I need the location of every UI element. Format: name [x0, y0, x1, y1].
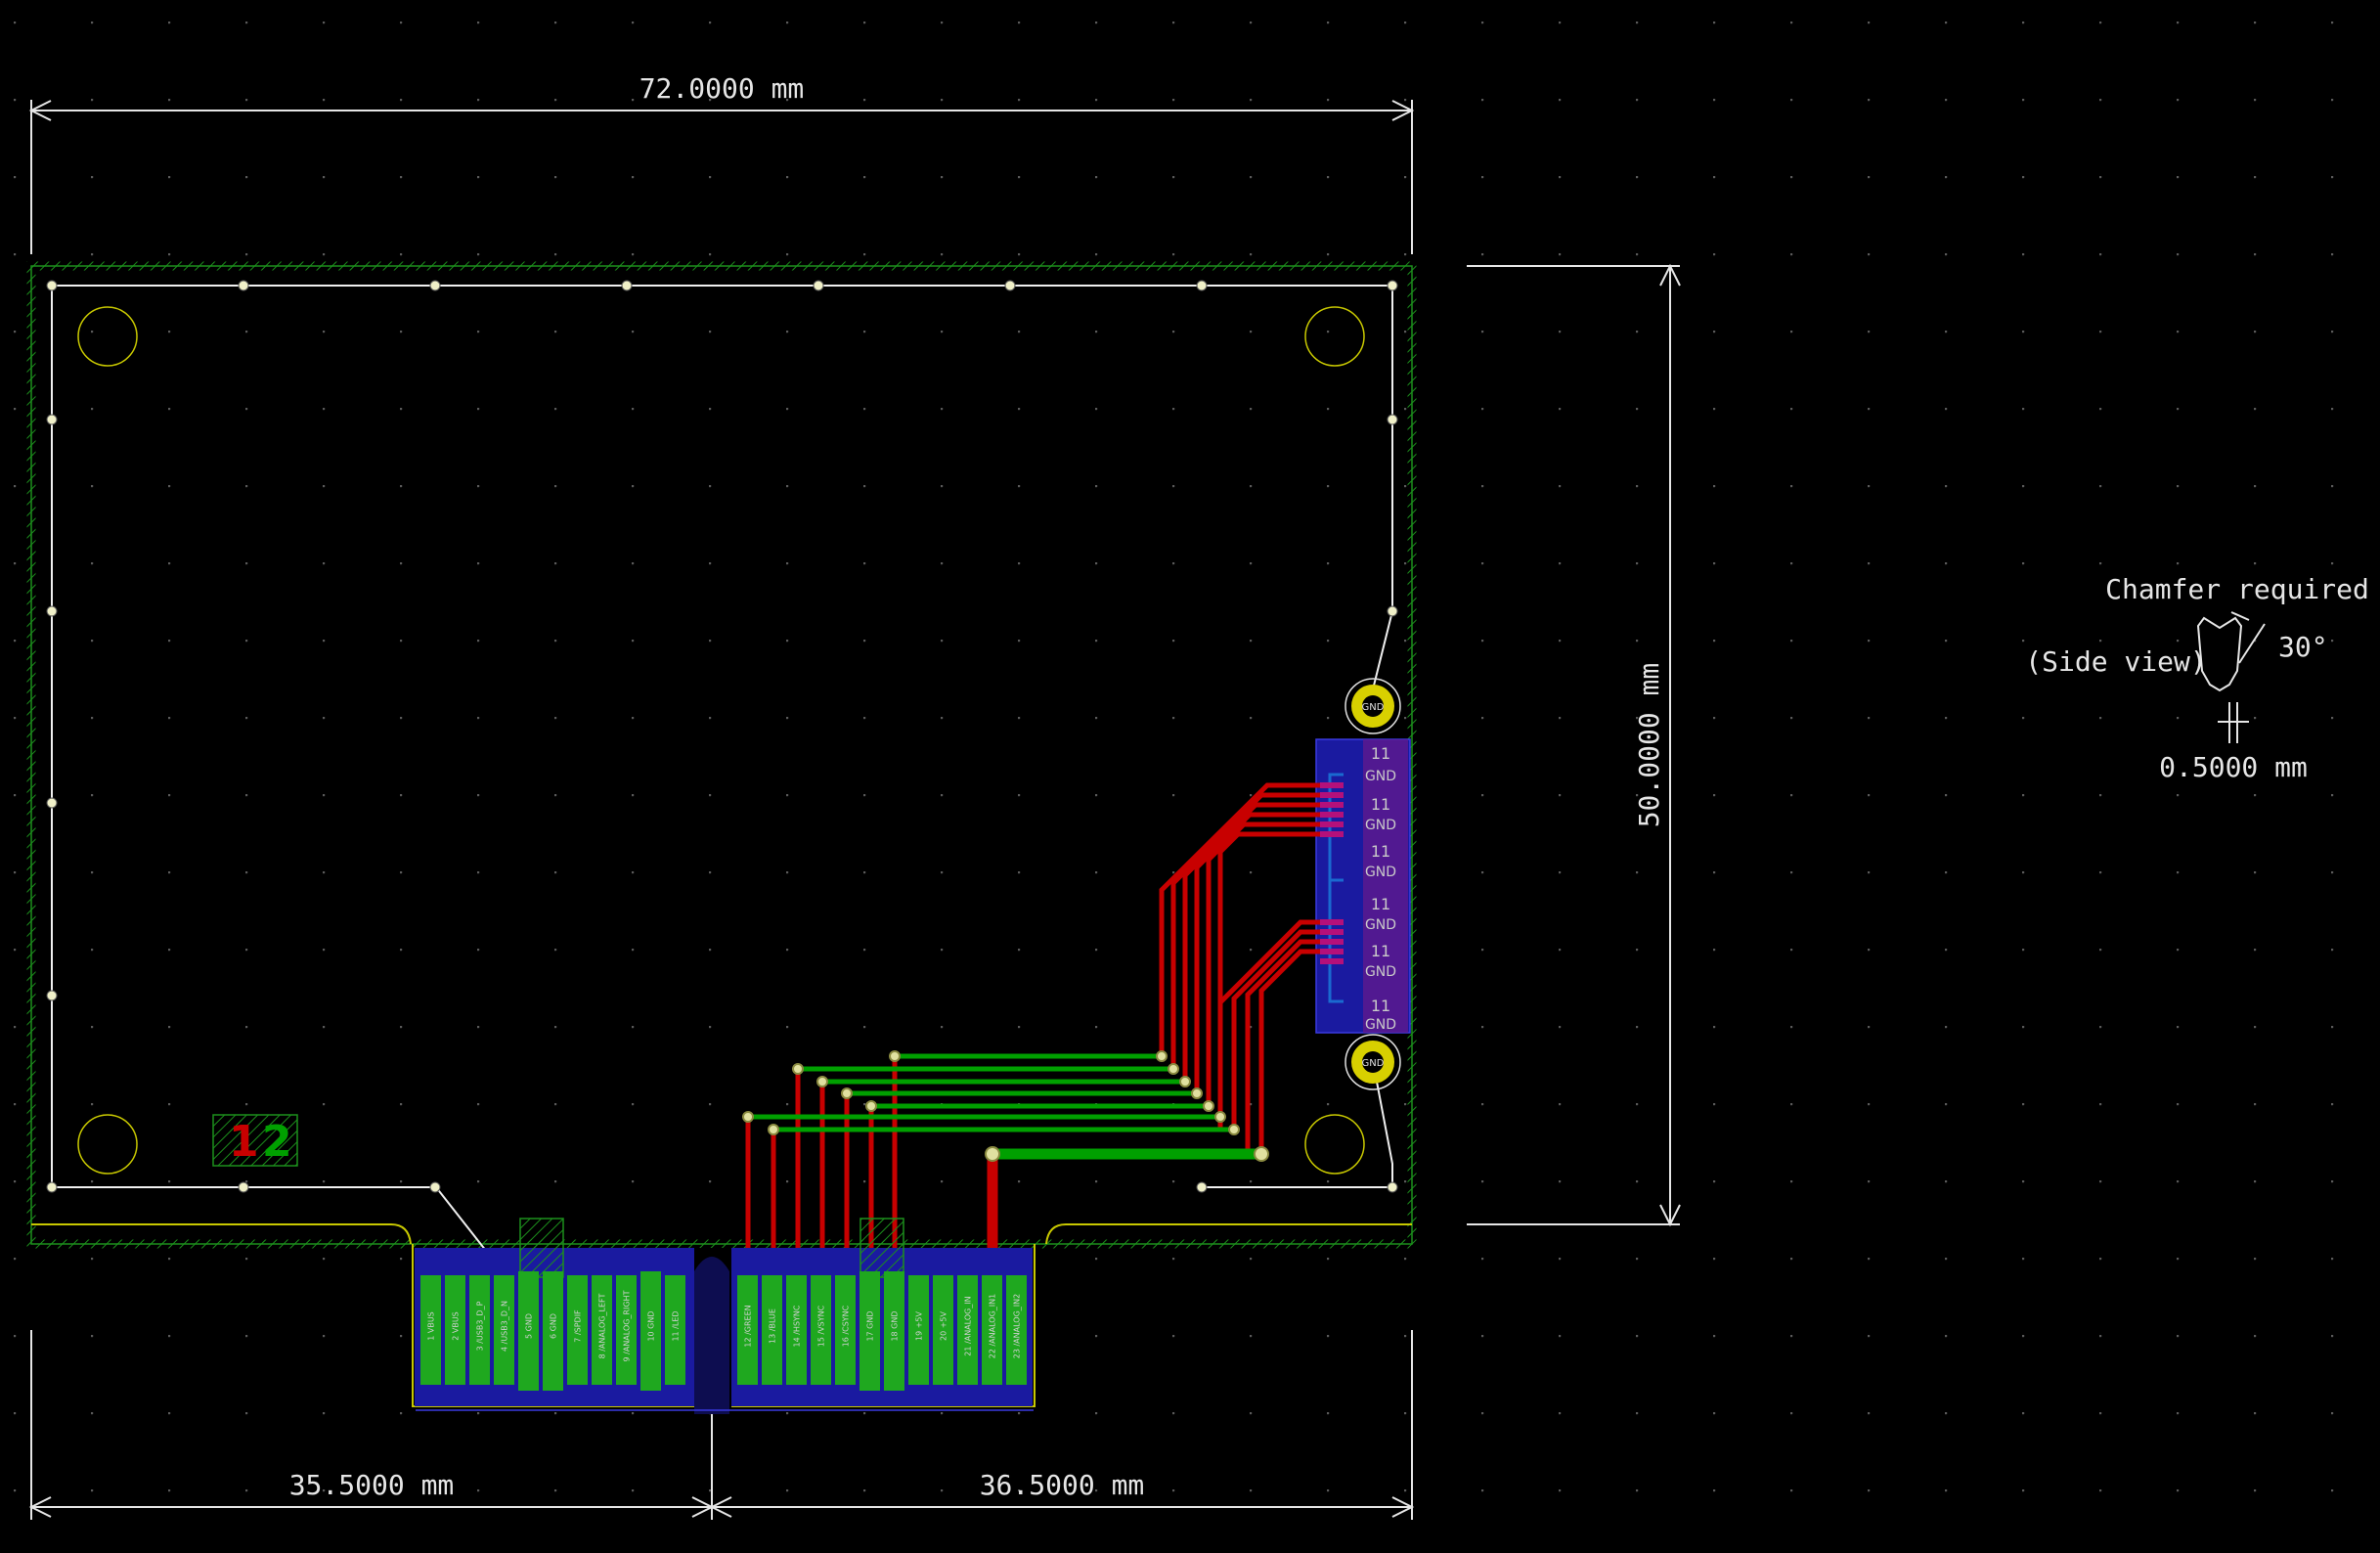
- fpc-connector[interactable]: 11 GND 11 GND 11 GND 11 GND 11 GND 11 GN…: [1315, 738, 1411, 1034]
- edge-right-pin-label-16: 16 /CSYNC: [842, 1305, 851, 1347]
- edge-left-pin-label-2: 2 VBUS: [452, 1311, 461, 1341]
- fpc-pad-net-3: GND: [1365, 865, 1396, 880]
- layer-markers: 1 2: [212, 1114, 298, 1167]
- gnd-via-top-label: GND: [1362, 702, 1385, 713]
- edge-left-pin-label-11: 11 /LED: [672, 1310, 681, 1341]
- layer-marker-front: 1: [229, 1117, 259, 1167]
- fpc-pad-net-5: GND: [1365, 964, 1396, 980]
- edge-right-pin-label-12: 12 /GREEN: [744, 1305, 753, 1347]
- layer-marker-back: 2: [262, 1117, 292, 1167]
- edge-left-pin-label-10: 10 GND: [647, 1310, 656, 1341]
- edge-right-pin-label-15: 15 /VSYNC: [817, 1305, 826, 1347]
- chamfer-angle: 30°: [2278, 631, 2328, 663]
- chamfer-title: Chamfer required: [2105, 573, 2369, 605]
- fpc-pad-num-2: 11: [1371, 795, 1390, 814]
- fpc-pad-num-6: 11: [1371, 997, 1390, 1015]
- edge-right-pin-label-22: 22 /ANALOG_IN1: [989, 1294, 997, 1358]
- edge-left-pin-label-3: 3 /USB3_D_P: [476, 1301, 485, 1351]
- gnd-via-top[interactable]: GND: [1344, 678, 1401, 734]
- edge-left-pin-label-8: 8 /ANALOG_LEFT: [598, 1294, 607, 1359]
- fpc-pad-num-5: 11: [1371, 942, 1390, 960]
- edge-left-pin-label-4: 4 /USB3_D_N: [501, 1301, 509, 1352]
- edge-right-pin-label-14: 14 /HSYNC: [793, 1305, 802, 1347]
- edge-left-pin-label-1: 1 VBUS: [427, 1311, 436, 1341]
- fpc-pad-num-1: 11: [1371, 744, 1390, 763]
- edge-left-pin-label-6: 6 GND: [550, 1313, 558, 1339]
- fpc-pad-num-3: 11: [1371, 842, 1390, 861]
- edge-right-pin-label-18: 18 GND: [891, 1310, 900, 1341]
- chamfer-side-view: (Side view): [2025, 645, 2206, 678]
- edge-right-pin-label-21: 21 /ANALOG_IN: [964, 1296, 973, 1355]
- fpc-pad-num-4: 11: [1371, 895, 1390, 913]
- dimension-height-label: 50.0000 mm: [1633, 663, 1665, 828]
- edge-right-pin-label-17: 17 GND: [866, 1310, 875, 1341]
- chamfer-width: 0.5000 mm: [2159, 751, 2308, 783]
- edge-left-pin-label-9: 9 /ANALOG_RIGHT: [623, 1290, 632, 1361]
- fpc-pad-net-2: GND: [1365, 818, 1396, 833]
- pcb-canvas[interactable]: 72.0000 mm 50.0000 mm 35.5000 mm 36.5000…: [0, 0, 2380, 1553]
- edge-right-pin-label-19: 19 +5V: [915, 1310, 924, 1341]
- edge-left-pin-label-5: 5 GND: [525, 1313, 534, 1339]
- dimension-left-width-label: 35.5000 mm: [289, 1469, 455, 1501]
- gnd-via-bottom[interactable]: GND: [1344, 1034, 1401, 1090]
- grid-dots: [0, 0, 2380, 1553]
- gnd-via-bottom-label: GND: [1362, 1058, 1385, 1069]
- fpc-pad-net-4: GND: [1365, 917, 1396, 933]
- edge-right-pin-label-23: 23 /ANALOG_IN2: [1013, 1294, 1022, 1358]
- fpc-pad-net-1: GND: [1365, 769, 1396, 784]
- edge-connector-left-pins[interactable]: 1 VBUS 2 VBUS 3 /USB3_D_P 4 /USB3_D_N 5 GND 6…: [420, 1271, 685, 1391]
- dimension-right-width-label: 36.5000 mm: [980, 1469, 1145, 1501]
- edge-right-pin-label-13: 13 /BLUE: [769, 1309, 777, 1344]
- fpc-pad-net-6: GND: [1365, 1017, 1396, 1033]
- edge-left-pin-label-7: 7 /SPDIF: [574, 1309, 583, 1343]
- dimension-overall-width-label: 72.0000 mm: [639, 72, 805, 105]
- edge-right-pin-label-20: 20 +5V: [940, 1310, 948, 1341]
